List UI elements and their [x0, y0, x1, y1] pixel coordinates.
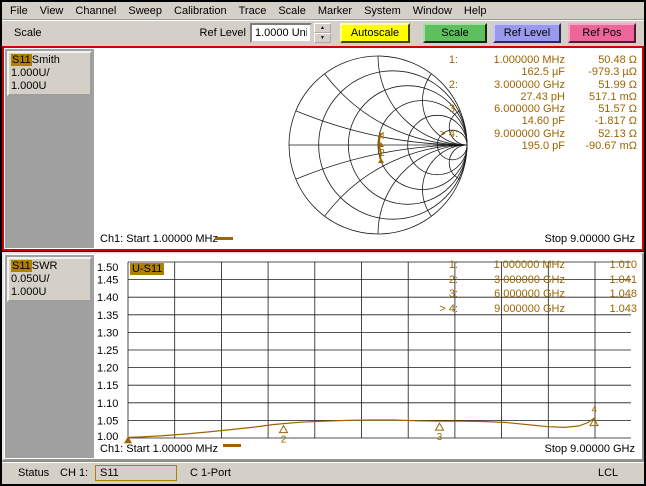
swr-trace-format: SWR [32, 260, 58, 272]
vna-application-window: File View Channel Sweep Calibration Trac… [0, 0, 646, 486]
svg-text:1.10: 1.10 [97, 398, 118, 410]
status-bar: Status CH 1: S11 C 1-Port LCL [2, 461, 644, 484]
smith-trace-info-box[interactable]: S11Smith 1.000U/ 1.000U [7, 51, 92, 96]
correction-status: C 1-Port [190, 467, 231, 479]
menu-window[interactable]: Window [407, 4, 458, 18]
svg-text:1.35: 1.35 [97, 310, 118, 322]
svg-text:1.40: 1.40 [97, 292, 118, 304]
svg-text:1.50: 1.50 [97, 262, 118, 274]
swr-trace-param: S11 [11, 260, 32, 272]
smith-stop-frequency-label: Stop 9.00000 GHz [544, 233, 635, 245]
swr-trace-info-box[interactable]: S11SWR 0.050U/ 1.000U [7, 257, 92, 302]
svg-text:2: 2 [281, 435, 287, 446]
menu-file[interactable]: File [4, 4, 34, 18]
ref-level-button[interactable]: Ref Level [493, 23, 561, 43]
menu-channel[interactable]: Channel [69, 4, 122, 18]
smith-trace-scale: 1.000U/ [11, 67, 88, 80]
svg-text:1.30: 1.30 [97, 327, 118, 339]
swr-start-frequency-label: Ch1: Start 1.00000 MHz [100, 443, 218, 455]
autoscale-button[interactable]: Autoscale [340, 23, 410, 43]
menu-system[interactable]: System [358, 4, 407, 18]
smith-trace-param: S11 [11, 54, 32, 66]
svg-text:1.20: 1.20 [97, 363, 118, 375]
swr-plot-panel: S11SWR 0.050U/ 1.000U 1.501.451.401.351.… [2, 252, 644, 461]
menu-view[interactable]: View [34, 4, 70, 18]
smith-trace-legend-dash [215, 237, 233, 240]
ref-level-spinner: ▲ ▼ [314, 23, 331, 43]
scale-button[interactable]: Scale [423, 23, 487, 43]
menu-trace[interactable]: Trace [233, 4, 273, 18]
swr-stop-frequency-label: Stop 9.00000 GHz [544, 443, 635, 455]
svg-text:1.05: 1.05 [97, 415, 118, 427]
toolbar-mode-label: Scale [14, 27, 42, 39]
svg-text:4: 4 [591, 405, 597, 416]
status-label: Status [18, 467, 49, 479]
smith-trace-ref: 1.000U [11, 80, 88, 93]
swr-plot-area: 1.501.45 1.40 1.35 1.30 1.25 1.20 1.15 1.10 1.05… [94, 255, 641, 458]
svg-text:4: 4 [379, 131, 385, 142]
swr-marker-readout: 1:1.000000 MHz1.010 2:3.000000 GHz1.041 … [428, 258, 637, 316]
smith-trace-sidebar: S11Smith 1.000U/ 1.000U [5, 49, 94, 248]
svg-text:3: 3 [437, 432, 443, 443]
ref-level-input[interactable] [250, 23, 312, 43]
spinner-down-button[interactable]: ▼ [314, 33, 331, 43]
svg-text:1.45: 1.45 [97, 275, 118, 287]
lcl-mode-indicator: LCL [598, 467, 618, 479]
scale-toolbar: Scale Ref Level ▲ ▼ Autoscale Scale Ref … [2, 20, 644, 46]
menu-marker[interactable]: Marker [312, 4, 358, 18]
spinner-up-button[interactable]: ▲ [314, 23, 331, 33]
menu-sweep[interactable]: Sweep [122, 4, 168, 18]
swr-trace-scale: 0.050U/ [11, 273, 88, 286]
channel-label: CH 1: [60, 467, 88, 479]
smith-chart-panel: S11Smith 1.000U/ 1.000U 4 2 1:1.000000 MH… [2, 46, 644, 251]
svg-text:1.15: 1.15 [97, 380, 118, 392]
menu-calibration[interactable]: Calibration [168, 4, 233, 18]
svg-text:1.00: 1.00 [97, 431, 118, 443]
smith-chart-plot-area: 4 2 1:1.000000 MHz50.48 Ω 162.5 µF-979.3 … [94, 49, 641, 248]
swr-trace-legend-dash [223, 444, 241, 447]
menu-help[interactable]: Help [458, 4, 493, 18]
smith-marker-readout: 1:1.000000 MHz50.48 Ω 162.5 µF-979.3 µΩ … [428, 54, 637, 152]
svg-text:1.25: 1.25 [97, 345, 118, 357]
ref-level-label: Ref Level [196, 27, 246, 39]
smith-start-frequency-label: Ch1: Start 1.00000 MHz [100, 233, 218, 245]
measurement-box[interactable]: S11 [95, 465, 177, 481]
swr-trace-tag: U-S11 [130, 263, 164, 275]
svg-text:2: 2 [379, 148, 385, 159]
swr-trace-ref: 1.000U [11, 286, 88, 299]
menu-scale[interactable]: Scale [272, 4, 312, 18]
ref-pos-button[interactable]: Ref Pos [568, 23, 636, 43]
menu-bar: File View Channel Sweep Calibration Trac… [2, 2, 644, 20]
smith-trace-format: Smith [32, 54, 60, 66]
swr-trace-sidebar: S11SWR 0.050U/ 1.000U [5, 255, 94, 458]
